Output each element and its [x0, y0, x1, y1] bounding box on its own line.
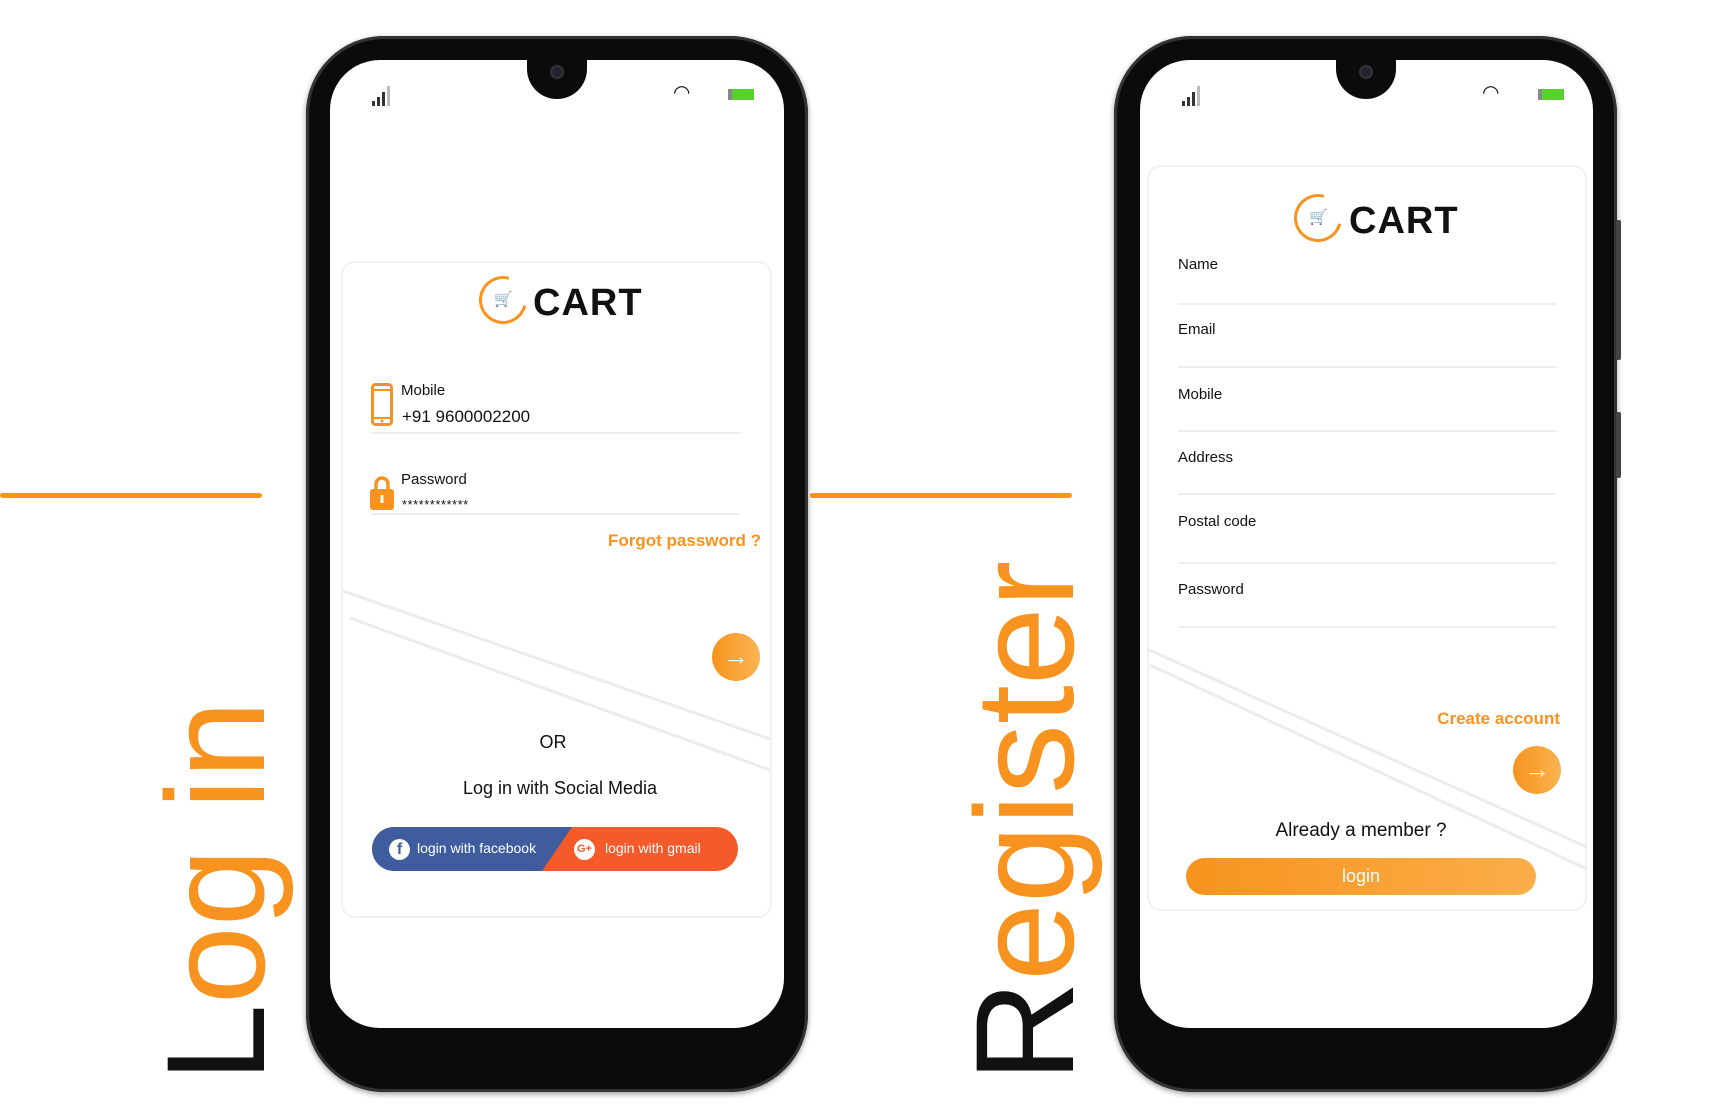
wifi-icon: ◠: [1482, 82, 1500, 104]
postal-code-underline: [1178, 562, 1556, 564]
battery-icon: [728, 89, 754, 100]
accent-line-left: [0, 493, 262, 498]
lock-icon: [370, 476, 394, 510]
social-login-heading: Log in with Social Media: [462, 778, 658, 798]
google-plus-icon: G+: [574, 839, 595, 860]
address-field[interactable]: Address: [1178, 449, 1233, 466]
login-heading: Log in: [137, 700, 294, 1082]
brand-name: CART: [533, 282, 643, 324]
mobile-underline: [371, 432, 740, 434]
password-underline: [1178, 626, 1556, 628]
mobile-underline: [1178, 430, 1556, 432]
mobile-input[interactable]: +91 9600002200: [402, 407, 530, 427]
create-account-link[interactable]: Create account: [1437, 709, 1560, 729]
mobile-field[interactable]: Mobile: [1178, 386, 1222, 403]
cart-icon: 🛒: [1309, 209, 1328, 226]
or-separator: OR: [539, 732, 567, 752]
address-underline: [1178, 493, 1556, 495]
mobile-label: Mobile: [401, 382, 446, 399]
camera-icon: [1361, 67, 1371, 77]
arrow-right-icon: →: [1524, 754, 1550, 784]
postal-code-field[interactable]: Postal code: [1178, 513, 1256, 530]
password-input[interactable]: ************: [402, 497, 469, 512]
cart-icon: 🛒: [494, 291, 513, 308]
register-submit-button[interactable]: →: [1513, 746, 1561, 794]
gmail-login-button[interactable]: G+ login with gmail: [562, 827, 738, 871]
battery-icon: [1538, 89, 1564, 100]
register-heading: Register: [946, 560, 1103, 1082]
accent-line-middle: [810, 493, 1072, 498]
password-label: Password: [401, 471, 467, 488]
facebook-icon: f: [389, 839, 410, 860]
diagonal-divider: [342, 589, 771, 772]
brand-name: CART: [1349, 200, 1459, 242]
wifi-icon: ◠: [673, 82, 691, 104]
facebook-login-label: login with facebook: [417, 840, 537, 856]
forgot-password-link[interactable]: Forgot password ?: [608, 531, 761, 551]
email-field[interactable]: Email: [1178, 321, 1216, 338]
side-button: [1616, 220, 1621, 360]
signal-4g-icon: [1182, 82, 1200, 106]
already-member-text: Already a member ?: [1275, 820, 1447, 841]
side-button: [1616, 412, 1621, 478]
password-underline: [371, 513, 740, 515]
login-button[interactable]: login: [1186, 858, 1536, 895]
gmail-login-label: login with gmail: [605, 840, 701, 856]
password-field[interactable]: Password: [1178, 581, 1244, 598]
signal-4g-icon: [372, 82, 390, 106]
login-submit-button[interactable]: →: [712, 633, 760, 681]
social-login-bar: f login with facebook G+ login with gmai…: [372, 827, 738, 871]
name-field[interactable]: Name: [1178, 256, 1218, 273]
mobile-phone-icon: [371, 383, 393, 426]
camera-icon: [552, 67, 562, 77]
email-underline: [1178, 366, 1556, 368]
facebook-login-button[interactable]: f login with facebook: [372, 827, 572, 871]
name-underline: [1178, 303, 1556, 305]
arrow-right-icon: →: [723, 641, 749, 671]
